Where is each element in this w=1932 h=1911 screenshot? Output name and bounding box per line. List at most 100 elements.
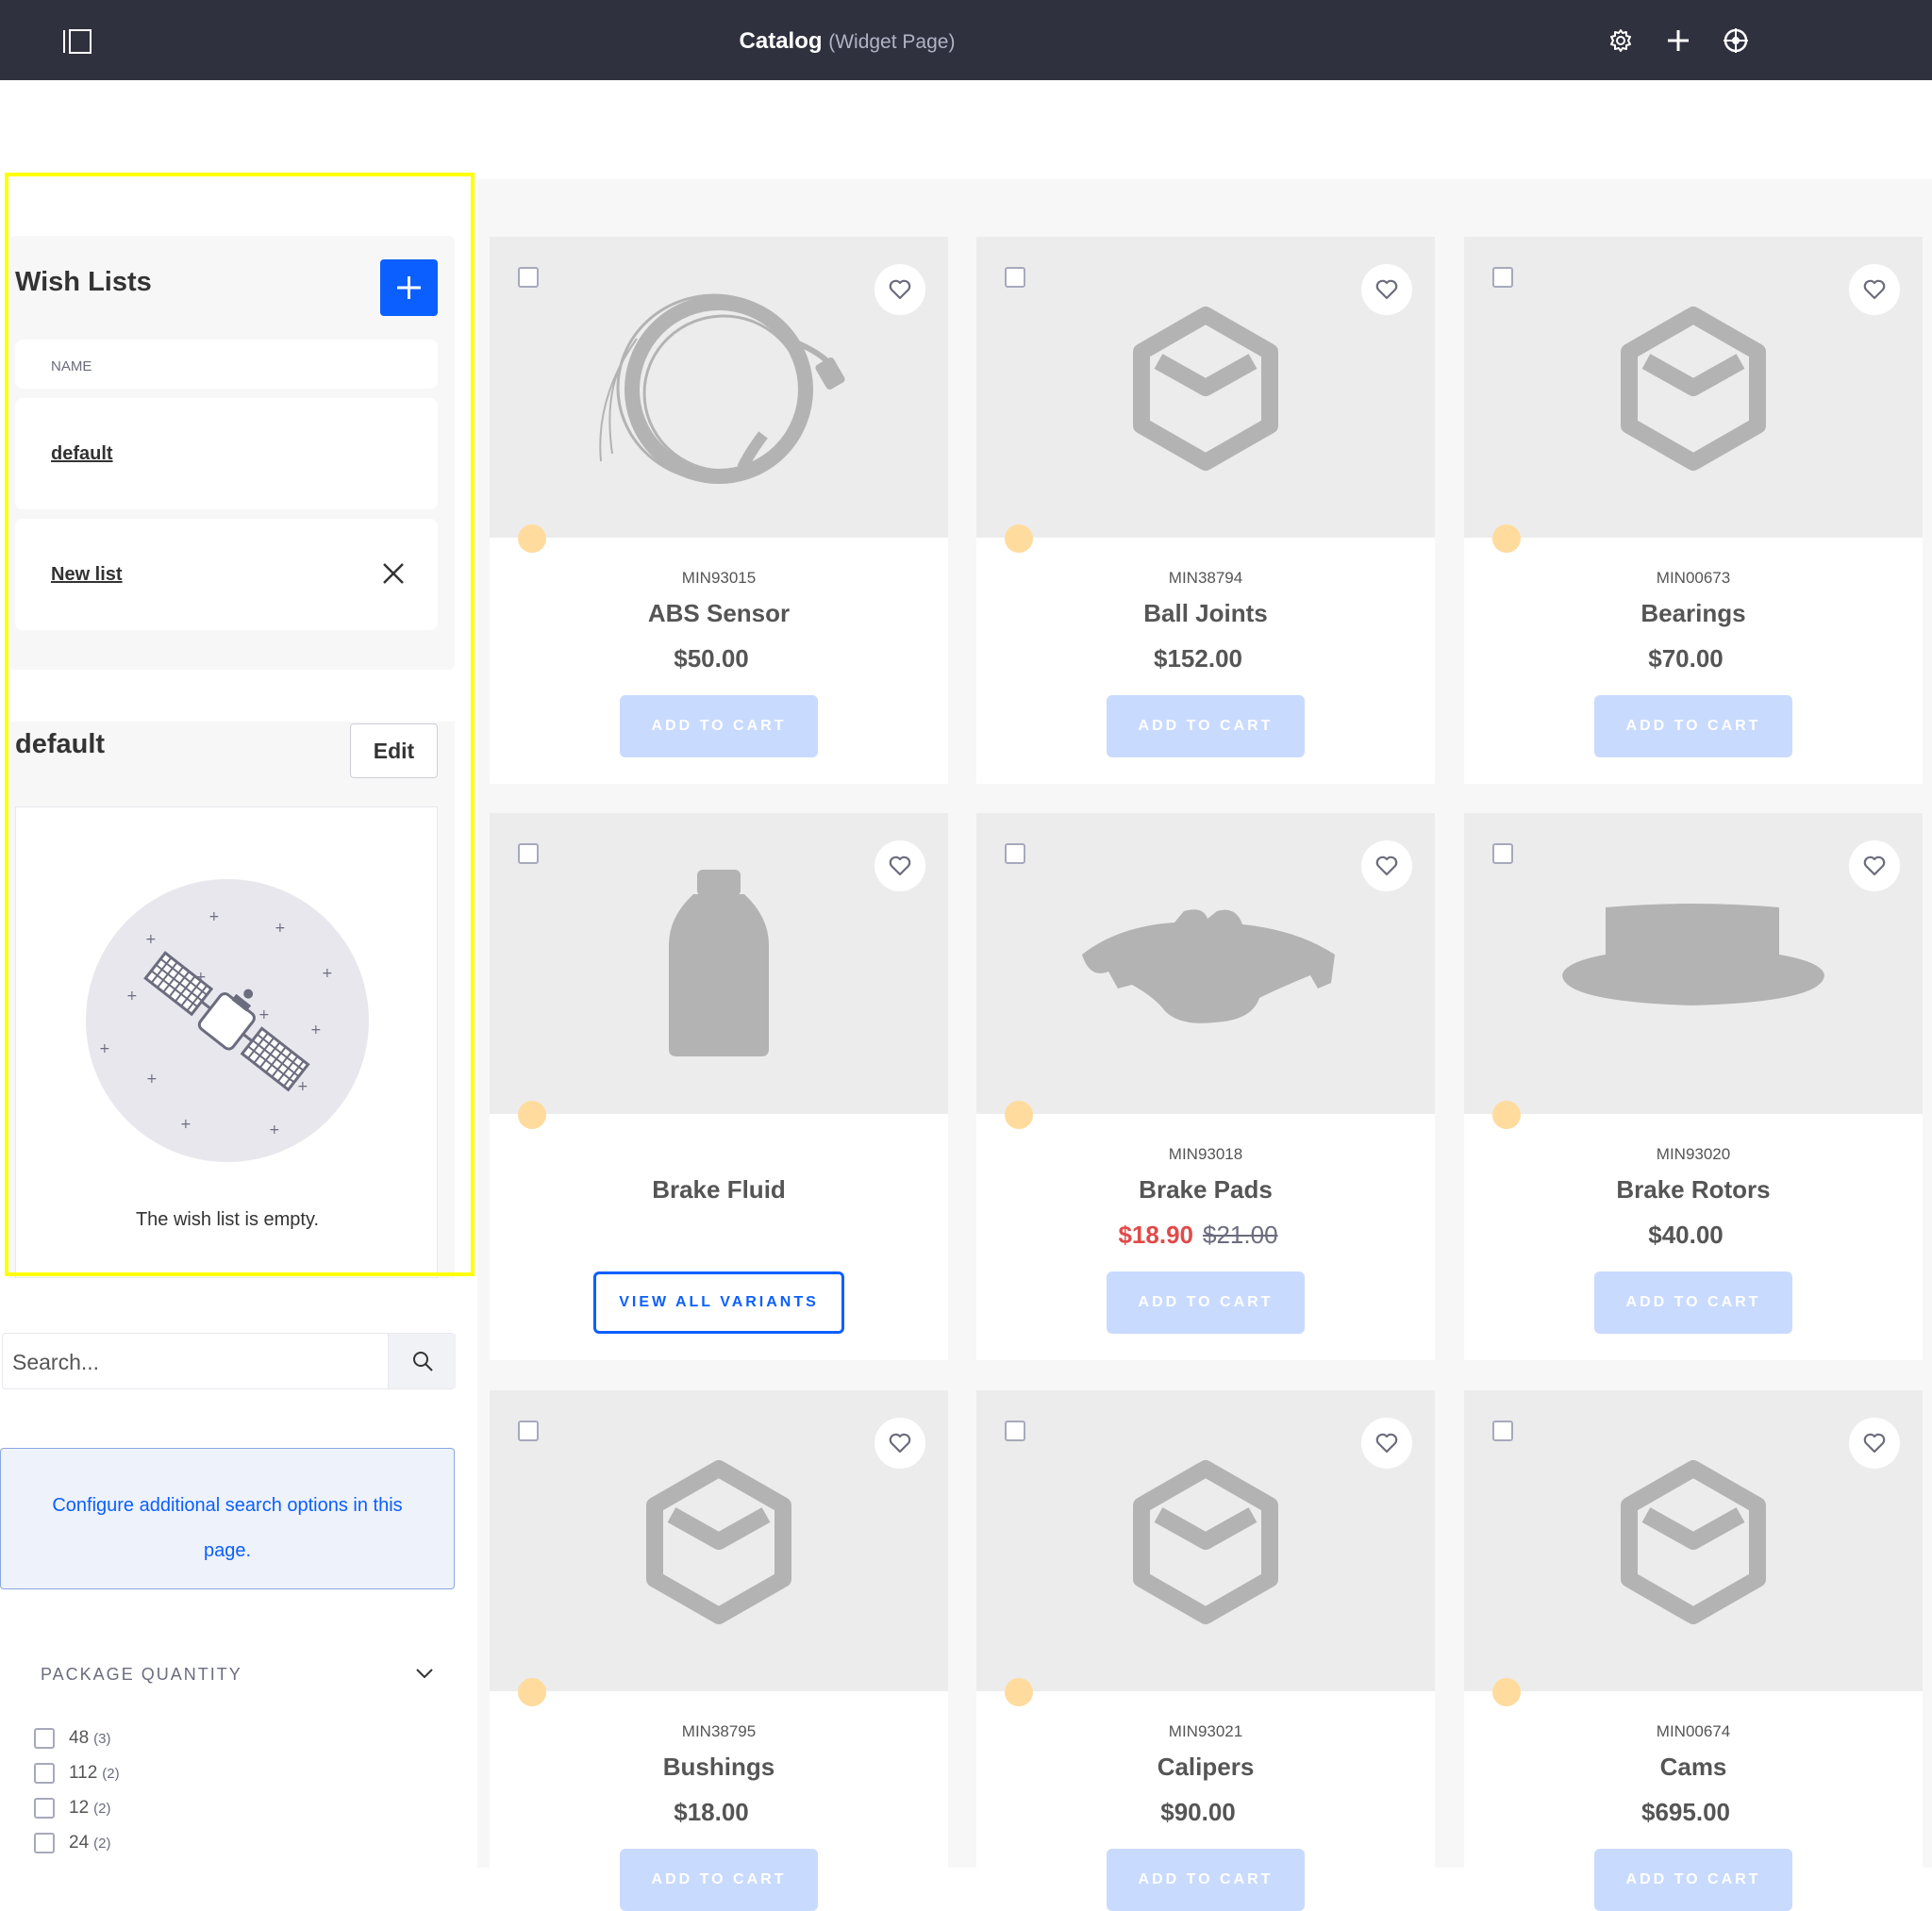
product-card[interactable]: MIN00673 Bearings $70.00 ADD TO CART: [1464, 237, 1923, 784]
close-icon[interactable]: [381, 561, 406, 586]
configure-search-link[interactable]: Configure additional search options in t…: [1, 1449, 454, 1573]
compare-checkbox[interactable]: [518, 843, 539, 864]
compare-checkbox[interactable]: [1492, 1421, 1513, 1441]
page-title: Catalog (Widget Page): [0, 28, 1694, 55]
wish-list-row[interactable]: New list: [15, 519, 438, 630]
add-to-wish-list-button[interactable]: [874, 840, 925, 891]
product-card[interactable]: MIN93021 Calipers $90.00 ADD TO CART: [976, 1390, 1435, 1911]
add-wish-list-button[interactable]: [380, 259, 438, 316]
add-to-wish-list-button[interactable]: [874, 264, 925, 315]
product-sku: MIN00673: [1656, 569, 1731, 587]
compare-checkbox[interactable]: [518, 267, 539, 288]
heart-icon: [1375, 856, 1398, 876]
view-all-variants-button[interactable]: VIEW ALL VARIANTS: [593, 1271, 844, 1334]
svg-text:+: +: [99, 1041, 110, 1056]
product-price: $695.00: [1641, 1798, 1730, 1826]
wish-list-empty-state: + + + + + + + + + + + + + The wish list is empty.: [15, 806, 438, 1278]
wish-list-link-default[interactable]: default: [51, 443, 113, 465]
add-to-wish-list-button[interactable]: [1849, 1418, 1900, 1469]
add-to-cart-button[interactable]: ADD TO CART: [1107, 1849, 1305, 1911]
product-sku: MIN38795: [681, 1722, 757, 1740]
product-card[interactable]: MIN93020 Brake Rotors $40.00 ADD TO CART: [1464, 813, 1923, 1360]
product-card[interactable]: MIN38794 Ball Joints $152.00 ADD TO CART: [976, 237, 1435, 784]
add-to-wish-list-button[interactable]: [1849, 840, 1900, 891]
wish-list-row[interactable]: default: [15, 398, 438, 509]
facet-option-label: 112 (2): [69, 1763, 120, 1784]
search-icon: [413, 1352, 433, 1371]
product-card[interactable]: MIN00674 Cams $695.00 ADD TO CART: [1464, 1390, 1923, 1911]
edit-wish-list-button[interactable]: Edit: [350, 723, 438, 778]
wish-list-link-new-list[interactable]: New list: [51, 564, 123, 586]
product-card[interactable]: MIN38795 Bushings $18.00 ADD TO CART: [490, 1390, 948, 1911]
wish-lists-column-header: NAME: [15, 340, 438, 389]
product-name[interactable]: Brake Rotors: [1464, 1175, 1923, 1205]
target-icon[interactable]: [1722, 26, 1750, 55]
svg-text:+: +: [208, 909, 220, 924]
product-card[interactable]: Brake Fluid VIEW ALL VARIANTS: [490, 813, 948, 1360]
add-to-cart-button[interactable]: ADD TO CART: [1594, 1271, 1792, 1334]
add-to-wish-list-button[interactable]: [1361, 1418, 1412, 1469]
product-sku: MIN00674: [1656, 1722, 1731, 1740]
facet-checkbox[interactable]: [34, 1763, 55, 1784]
product-card[interactable]: MIN93015 ABS Sensor $50.00 ADD TO CART: [490, 237, 948, 784]
compare-checkbox[interactable]: [1492, 843, 1513, 864]
product-price: $18.00: [674, 1798, 749, 1826]
add-to-cart-button[interactable]: ADD TO CART: [620, 695, 818, 757]
compare-checkbox[interactable]: [1005, 1421, 1025, 1441]
empty-wish-list-message: The wish list is empty.: [135, 1209, 320, 1230]
search-button[interactable]: [388, 1334, 456, 1388]
add-to-wish-list-button[interactable]: [1849, 264, 1900, 315]
gear-icon[interactable]: [1607, 26, 1635, 55]
facet-option-value: 112: [69, 1763, 98, 1783]
compare-checkbox[interactable]: [1005, 843, 1025, 864]
svg-text:+: +: [310, 1022, 322, 1038]
top-bar: Catalog (Widget Page): [0, 0, 1932, 80]
sale-price: $18.90: [1118, 1221, 1193, 1249]
compare-checkbox[interactable]: [518, 1421, 539, 1441]
add-to-cart-button[interactable]: ADD TO CART: [620, 1849, 818, 1911]
product-name[interactable]: Ball Joints: [976, 599, 1435, 628]
add-to-cart-button[interactable]: ADD TO CART: [1594, 1849, 1792, 1911]
heart-icon: [1863, 856, 1886, 876]
svg-text:+: +: [269, 1122, 280, 1138]
product-sku: MIN93021: [1168, 1722, 1243, 1740]
package-quantity-facet-header[interactable]: PACKAGE QUANTITY: [0, 1646, 455, 1703]
add-to-wish-list-button[interactable]: [1361, 840, 1412, 891]
product-name[interactable]: Calipers: [976, 1753, 1435, 1782]
plus-icon: [397, 276, 421, 299]
heart-icon: [889, 856, 911, 876]
facet-checkbox[interactable]: [34, 1728, 55, 1749]
compare-checkbox[interactable]: [1005, 267, 1025, 288]
product-name[interactable]: Brake Pads: [976, 1175, 1435, 1205]
product-price: $40.00: [1648, 1221, 1724, 1249]
search-input[interactable]: [12, 1343, 380, 1381]
product-sku: MIN38794: [1168, 569, 1243, 587]
availability-indicator: [518, 1678, 546, 1706]
product-name[interactable]: Brake Fluid: [490, 1175, 948, 1205]
add-to-wish-list-button[interactable]: [874, 1418, 925, 1469]
availability-indicator: [1492, 1678, 1521, 1706]
facet-checkbox[interactable]: [34, 1833, 55, 1853]
product-name[interactable]: Bearings: [1464, 599, 1923, 628]
search-bar: [2, 1333, 456, 1389]
add-to-cart-button[interactable]: ADD TO CART: [1107, 1271, 1305, 1334]
wish-lists-title: Wish Lists: [15, 267, 152, 297]
satellite-illustration-icon: +++ +++ +++ + ++ +: [86, 879, 369, 1162]
product-name[interactable]: Bushings: [490, 1753, 948, 1782]
add-to-cart-button[interactable]: ADD TO CART: [1594, 695, 1792, 757]
add-to-cart-button[interactable]: ADD TO CART: [1107, 695, 1305, 757]
product-sku: MIN93020: [1656, 1145, 1731, 1163]
svg-text:+: +: [297, 1079, 308, 1094]
product-name[interactable]: Cams: [1464, 1753, 1923, 1782]
product-card[interactable]: MIN93018 Brake Pads $18.90 $21.00 ADD TO …: [976, 813, 1435, 1360]
availability-indicator: [1005, 1101, 1033, 1129]
facet-checkbox[interactable]: [34, 1798, 55, 1819]
product-name[interactable]: ABS Sensor: [490, 599, 948, 628]
heart-icon: [1375, 1433, 1398, 1454]
compare-checkbox[interactable]: [1492, 267, 1513, 288]
plus-icon[interactable]: [1664, 26, 1692, 55]
add-to-wish-list-button[interactable]: [1361, 264, 1412, 315]
facet-option-label: 24 (2): [69, 1833, 110, 1853]
availability-indicator: [1492, 1101, 1521, 1129]
page-title-main: Catalog: [739, 28, 823, 54]
